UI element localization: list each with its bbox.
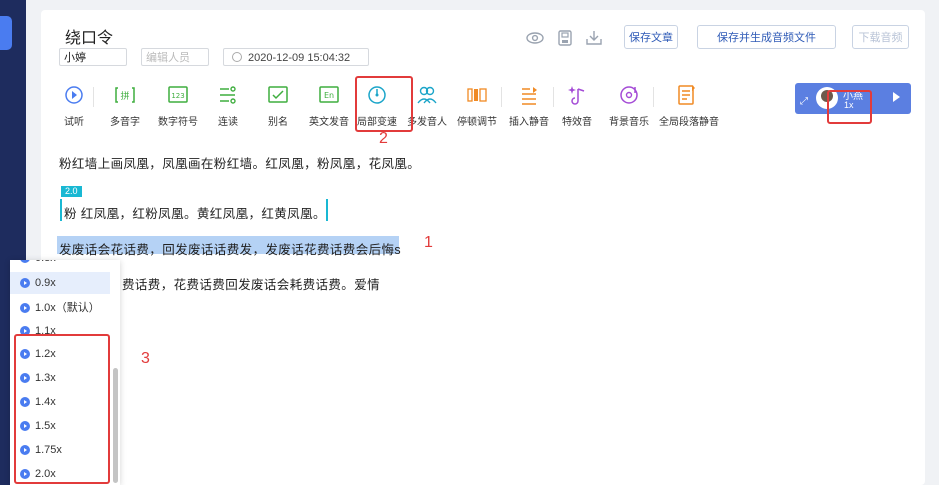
speed-dropdown[interactable]: 0.8x 0.9x 1.0x（默认） 1.1x 1.2x 1.3x 1.4x 1… <box>10 260 120 485</box>
tool-polyphone[interactable]: 拼 多音字 <box>107 83 143 131</box>
clock-icon <box>232 52 242 62</box>
annotation-number-1: 1 <box>424 234 433 251</box>
insert-silence-icon <box>522 87 537 105</box>
tool-link-read[interactable]: 连读 <box>213 83 243 131</box>
speed-option-selected[interactable]: 0.9x <box>10 272 110 294</box>
link-read-icon <box>220 86 236 104</box>
content-line-4[interactable]: 费话费，花费话费回发废话会耗费话费。爱情 <box>122 274 380 293</box>
polyphone-icon: 拼 <box>115 87 135 103</box>
date-value: 2020-12-09 15:04:32 <box>248 52 351 64</box>
tool-label: 多音字 <box>110 117 140 128</box>
tool-label: 试听 <box>64 117 84 128</box>
speed-option[interactable]: 0.8x <box>10 260 120 269</box>
toolbar-divider <box>653 87 654 107</box>
save-article-button[interactable]: 保存文章 <box>624 25 678 49</box>
toolbar-divider <box>93 87 94 107</box>
play-dot-icon <box>20 260 30 263</box>
pause-adjust-icon <box>467 88 487 102</box>
expand-icon[interactable]: ⤢ <box>800 96 808 107</box>
multi-speaker-icon <box>417 86 437 104</box>
dropdown-scrollbar[interactable] <box>113 368 118 483</box>
toolbar-divider <box>501 87 502 107</box>
annotation-number-3: 3 <box>141 350 150 367</box>
tool-english[interactable]: En 英文发音 <box>306 83 352 131</box>
svg-text:En: En <box>324 91 334 100</box>
tool-bgm[interactable]: 背景音乐 <box>607 83 651 131</box>
tool-label: 插入静音 <box>509 117 549 128</box>
save-disk-icon[interactable] <box>556 30 574 46</box>
article-title[interactable]: 绕口令 <box>65 24 113 48</box>
annotation-box-local-speed <box>355 76 413 132</box>
author-field[interactable]: 小婷 <box>59 48 127 66</box>
date-field[interactable]: 2020-12-09 15:04:32 <box>223 48 369 66</box>
annotation-box-speed-options <box>14 334 110 484</box>
annotation-number-2: 2 <box>379 130 388 147</box>
tool-paragraph-mute[interactable]: 全局段落静音 <box>659 83 719 131</box>
tool-label: 别名 <box>268 117 288 128</box>
toolbar: 试听 拼 多音字 123 数字符号 连读 别名 En 英文发音 局部变速 多发音… <box>57 83 827 131</box>
sidebar-active-tab[interactable] <box>0 16 12 50</box>
tool-label: 全局段落静音 <box>659 117 719 128</box>
number-icon: 123 <box>168 86 188 103</box>
speaker-play-icon[interactable] <box>893 92 900 102</box>
speed-option[interactable]: 1.0x（默认） <box>10 297 120 319</box>
paragraph-mute-icon <box>678 85 695 105</box>
alias-icon <box>268 86 288 103</box>
save-and-generate-button[interactable]: 保存并生成音频文件 <box>697 25 836 49</box>
content-line-2[interactable]: 粉 红凤凰，红粉凤凰。黄红凤凰，红黄凤凰。 <box>64 203 326 222</box>
tool-effect-sound[interactable]: 特效音 <box>562 83 592 131</box>
svg-text:拼: 拼 <box>120 90 129 102</box>
play-dot-icon <box>20 303 30 313</box>
download-icon[interactable] <box>585 30 603 46</box>
tool-label: 数字符号 <box>158 117 198 128</box>
content-line-1[interactable]: 粉红墙上画凤凰，凤凰画在粉红墙。红凤凰，粉凤凰，花凤凰。 <box>59 153 420 172</box>
annotation-box-speaker-speed <box>827 90 872 124</box>
editor-field[interactable]: 编辑人员 <box>141 48 209 66</box>
download-audio-button[interactable]: 下载音频 <box>852 25 909 49</box>
play-circle-icon <box>65 86 83 104</box>
tool-listen[interactable]: 试听 <box>59 83 89 131</box>
english-icon: En <box>319 86 339 103</box>
tool-alias[interactable]: 别名 <box>263 83 293 131</box>
bgm-icon <box>620 86 638 104</box>
toolbar-divider <box>553 87 554 107</box>
speed-tag[interactable]: 2.0 <box>61 186 82 197</box>
content-line-3[interactable]: 发废话会花话费，回发废话话费发，发废话花费话费会后悔s <box>59 239 401 258</box>
tool-label: 停顿调节 <box>457 117 497 128</box>
tool-label: 英文发音 <box>309 117 349 128</box>
tool-label: 背景音乐 <box>609 117 649 128</box>
tool-pause-adjust[interactable]: 停顿调节 <box>455 83 499 131</box>
tool-insert-silence[interactable]: 插入静音 <box>507 83 551 131</box>
play-dot-icon <box>20 278 30 288</box>
preview-eye-icon[interactable] <box>526 30 544 46</box>
effect-sound-icon <box>568 86 585 105</box>
tool-label: 特效音 <box>562 117 592 128</box>
tool-number-symbol[interactable]: 123 数字符号 <box>155 83 201 131</box>
tool-label: 连读 <box>218 117 238 128</box>
svg-text:123: 123 <box>171 92 184 100</box>
